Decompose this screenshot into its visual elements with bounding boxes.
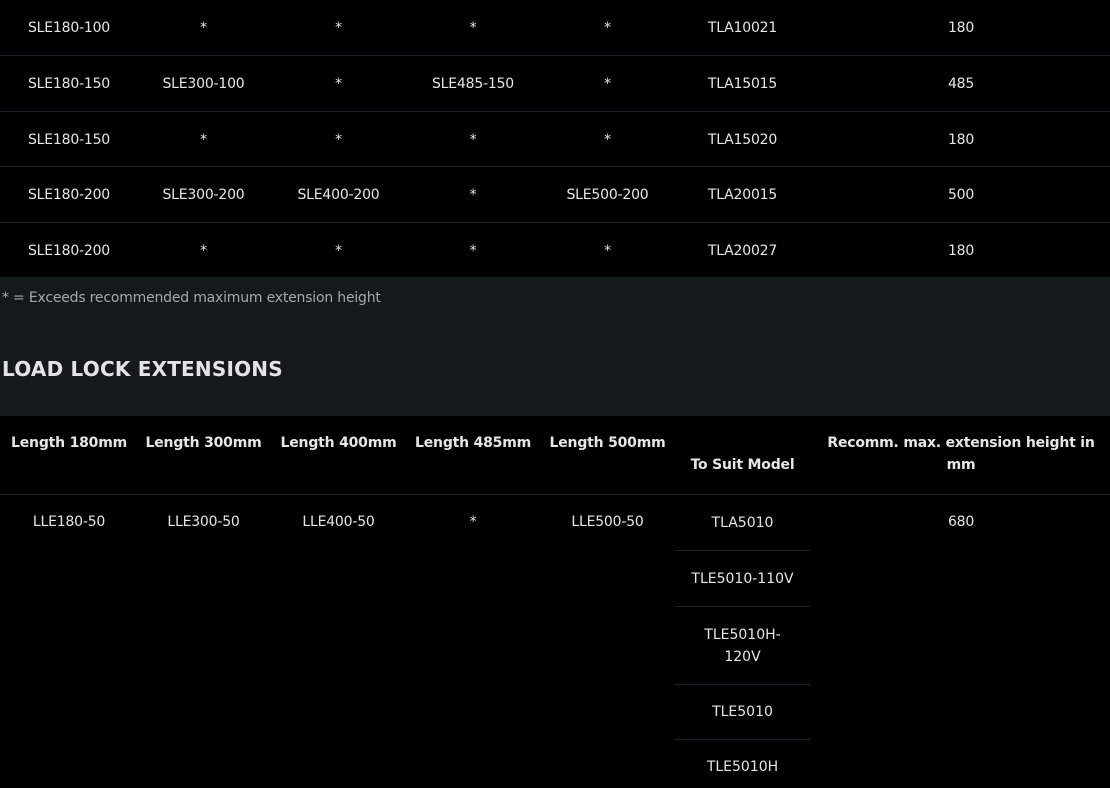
table-header-row: Length 180mm Length 300mm Length 400mm L…: [0, 416, 1110, 494]
table-cell: SLE180-200: [27, 242, 111, 259]
table-row: SLE180-150 SLE300-100 * SLE485-150 * TLA…: [0, 55, 1110, 111]
table-cell: SLE180-200: [27, 186, 111, 203]
table-cell: *: [335, 75, 342, 92]
table-cell: SLE180-150: [27, 131, 111, 148]
table-cell: 680: [947, 514, 975, 530]
table-cell: SLE300-200: [162, 186, 245, 203]
table-cell: SLE500-200: [566, 186, 649, 203]
load-lock-table: Length 180mm Length 300mm Length 400mm L…: [0, 416, 1110, 788]
model-cell: TLE5010H-120V: [675, 606, 810, 684]
table-cell: SLE180-150: [27, 75, 111, 92]
column-header: To Suit Model: [690, 457, 795, 473]
column-header: Recomm. max. extension height in mm: [827, 435, 1095, 473]
extensions-table: SLE180-100 * * * * TLA10021 180 SLE180-1…: [0, 0, 1110, 277]
page: SLE180-100 * * * * TLA10021 180 SLE180-1…: [0, 0, 1110, 788]
table-cell: 500: [947, 186, 975, 203]
table-cell: 180: [947, 242, 975, 259]
table-cell: LLE180-50: [32, 514, 106, 530]
table-cell: TLA15015: [707, 75, 778, 92]
table-row: SLE180-100 * * * * TLA10021 180: [0, 0, 1110, 55]
section-title: LOAD LOCK EXTENSIONS: [2, 357, 283, 381]
table-cell: *: [469, 19, 477, 36]
table-cell: LLE400-50: [302, 514, 375, 530]
table-cell: *: [469, 131, 477, 148]
table-cell: *: [604, 131, 611, 148]
table-cell: SLE400-200: [297, 186, 380, 203]
table-cell: TLA10021: [707, 19, 778, 36]
column-header: Length 300mm: [145, 435, 262, 451]
table-cell: *: [200, 242, 207, 259]
table-row: SLE180-200 SLE300-200 SLE400-200 * SLE50…: [0, 166, 1110, 222]
table-cell: 180: [947, 19, 975, 36]
footnote: * = Exceeds recommended maximum extensio…: [2, 290, 381, 306]
table-row: SLE180-150 * * * * TLA15020 180: [0, 111, 1110, 167]
model-cell: TLA5010: [711, 514, 774, 531]
table-cell: *: [200, 19, 207, 36]
model-cell: TLE5010: [675, 684, 810, 739]
table-row: LLE180-50 LLE300-50 LLE400-50 * LLE500-5…: [0, 494, 1110, 788]
table-row: SLE180-200 * * * * TLA20027 180: [0, 222, 1110, 278]
table-cell: *: [335, 19, 342, 36]
table-cell: SLE180-100: [27, 19, 111, 36]
table-cell: SLE300-100: [162, 75, 245, 92]
model-cell: TLE5010-110V: [675, 550, 810, 606]
column-header: Length 400mm: [280, 435, 397, 451]
table-cell: SLE485-150: [431, 75, 515, 92]
table-cell: *: [335, 131, 342, 148]
table-cell: *: [604, 19, 611, 36]
table-cell: TLA20027: [707, 242, 778, 259]
table-cell: *: [469, 242, 477, 259]
model-cell: TLE5010H: [675, 739, 810, 788]
table-cell: *: [469, 514, 477, 530]
table-cell: TLA20015: [707, 186, 778, 203]
table-cell: *: [604, 242, 611, 259]
table-cell: LLE500-50: [571, 514, 644, 530]
table-cell: *: [604, 75, 611, 92]
table-cell: *: [335, 242, 342, 259]
table-cell: TLA15020: [707, 131, 778, 148]
column-header: Length 500mm: [549, 435, 666, 451]
table-cell: *: [469, 186, 477, 203]
table-cell: *: [200, 131, 207, 148]
table-cell: 180: [947, 131, 975, 148]
table-cell: 485: [947, 75, 975, 92]
column-header: Length 485mm: [415, 435, 531, 451]
column-header: Length 180mm: [11, 435, 127, 451]
table-cell: LLE300-50: [167, 514, 240, 530]
